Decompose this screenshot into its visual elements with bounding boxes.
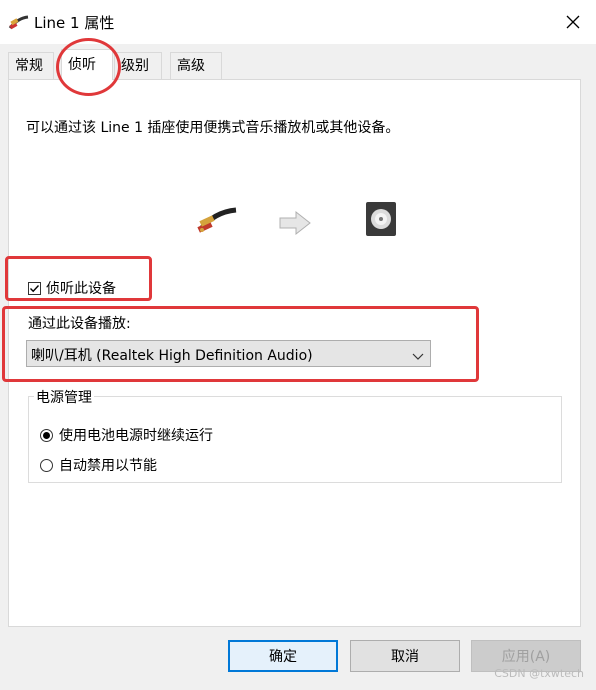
playback-label: 通过此设备播放:: [28, 316, 131, 332]
radio-label-continue: 使用电池电源时继续运行: [59, 428, 213, 444]
radio-button-checked[interactable]: [40, 428, 53, 442]
playback-device-value: 喇叭/耳机 (Realtek High Definition Audio): [31, 348, 313, 364]
description-text: 可以通过该 Line 1 插座使用便携式音乐播放机或其他设备。: [26, 120, 400, 136]
close-icon: [566, 15, 580, 29]
cancel-button[interactable]: 取消: [350, 640, 460, 672]
tab-advanced[interactable]: 高级: [170, 52, 222, 79]
audio-cable-icon: [8, 12, 29, 32]
title-bar: Line 1 属性: [0, 0, 596, 44]
speaker-icon: [364, 200, 398, 242]
watermark: CSDN @txwtech: [494, 667, 584, 680]
radio-disable-to-save[interactable]: 自动禁用以节能: [40, 455, 157, 475]
tab-levels[interactable]: 级别: [114, 52, 162, 79]
listen-checkbox-label: 侦听此设备: [46, 281, 116, 297]
listen-checkbox[interactable]: [28, 281, 41, 295]
tab-listen[interactable]: 侦听: [61, 49, 113, 80]
power-group-title: 电源管理: [34, 387, 94, 407]
ok-button[interactable]: 确定: [228, 640, 338, 672]
radio-continue-on-battery[interactable]: 使用电池电源时继续运行: [40, 425, 213, 445]
chevron-down-icon: [412, 349, 424, 365]
arrow-right-icon: [278, 210, 312, 240]
listen-checkbox-row[interactable]: 侦听此设备: [28, 278, 116, 298]
properties-dialog: Line 1 属性 常规 级别 高级 侦听 可以通过该 Line 1 插座使用便…: [0, 0, 596, 690]
playback-device-select[interactable]: 喇叭/耳机 (Realtek High Definition Audio): [26, 340, 431, 367]
window-title: Line 1 属性: [34, 14, 115, 32]
tab-general[interactable]: 常规: [8, 52, 54, 79]
checkmark-icon: [30, 284, 40, 292]
radio-button[interactable]: [40, 458, 53, 472]
audio-plug-icon: [196, 200, 240, 244]
close-button[interactable]: [550, 0, 596, 44]
radio-label-disable: 自动禁用以节能: [59, 458, 157, 474]
